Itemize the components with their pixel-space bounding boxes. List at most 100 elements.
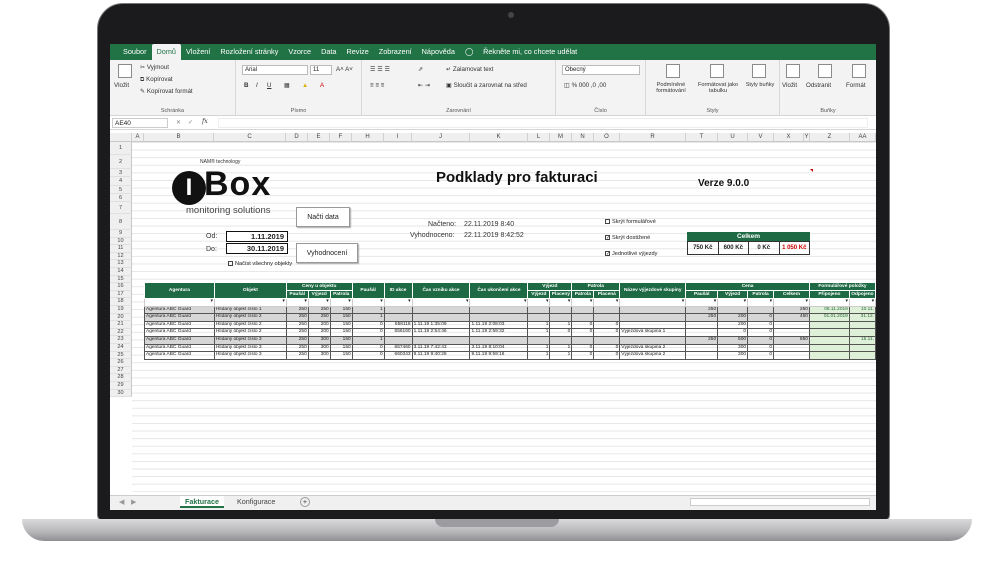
- cell-cp[interactable]: 250: [685, 305, 719, 315]
- tab-scroll-right-icon[interactable]: ▶: [126, 496, 142, 508]
- row-header[interactable]: 3: [110, 169, 132, 177]
- load-all-checkbox[interactable]: Načíst všechny objekty: [228, 261, 292, 267]
- cell-id[interactable]: 657460: [383, 343, 413, 353]
- cell-id[interactable]: [383, 335, 413, 345]
- cell-end[interactable]: [469, 313, 529, 322]
- cell-cp[interactable]: [685, 320, 719, 330]
- cell-v[interactable]: 1: [527, 351, 551, 360]
- row-header[interactable]: 22: [110, 328, 132, 337]
- cell-cpa[interactable]: 0: [747, 343, 775, 353]
- indent-icon[interactable]: ⇤ ⇥: [418, 82, 430, 89]
- cell-cv[interactable]: [717, 305, 749, 315]
- cell-vp[interactable]: 0: [549, 328, 573, 337]
- cell-c2[interactable]: 300: [307, 335, 331, 345]
- cell-v[interactable]: 1: [527, 328, 551, 337]
- load-data-button[interactable]: Načti data: [296, 207, 350, 227]
- row-header[interactable]: 19: [110, 306, 132, 314]
- cell-ct[interactable]: 450: [773, 313, 810, 322]
- hide-form-checkbox[interactable]: Skrýt formulářové: [605, 219, 656, 225]
- filter-dropdown-icon[interactable]: ▾: [351, 298, 385, 307]
- row-header[interactable]: 20: [110, 313, 132, 322]
- cell-p[interactable]: 0: [571, 328, 595, 337]
- row-header[interactable]: 5: [110, 186, 132, 194]
- cell-pausal[interactable]: 0: [351, 320, 385, 330]
- cell-cpa[interactable]: 0: [747, 320, 775, 330]
- cell-pp[interactable]: 0: [593, 343, 621, 353]
- cell-cp[interactable]: [685, 328, 719, 337]
- cell-dis[interactable]: 31.12.: [848, 313, 876, 322]
- cell-end[interactable]: [469, 335, 529, 345]
- cell-object[interactable]: Hlídaný objekt číslo 2: [213, 328, 287, 337]
- filter-dropdown-icon[interactable]: ▾: [571, 298, 595, 307]
- cell-start[interactable]: [411, 335, 471, 345]
- column-header[interactable]: B: [144, 133, 214, 142]
- cell-vp[interactable]: 1: [549, 351, 573, 360]
- tab-view[interactable]: Zobrazení: [374, 44, 417, 60]
- row-header[interactable]: 13: [110, 260, 132, 268]
- cell-p[interactable]: [571, 313, 595, 322]
- filter-dropdown-icon[interactable]: ▾: [329, 298, 353, 307]
- cell-id[interactable]: 658118: [383, 320, 413, 330]
- cell-c3[interactable]: 150: [329, 313, 353, 322]
- cell-cp[interactable]: [685, 351, 719, 360]
- font-color-icon[interactable]: A: [320, 82, 324, 89]
- cell-id[interactable]: [383, 313, 413, 322]
- cell-c2[interactable]: 250: [307, 313, 331, 322]
- row-header[interactable]: 27: [110, 366, 132, 375]
- column-header[interactable]: K: [470, 133, 528, 142]
- cell-ct[interactable]: 850: [773, 335, 810, 345]
- row-header[interactable]: 14: [110, 268, 132, 276]
- cell-c1[interactable]: 250: [285, 313, 309, 322]
- filter-dropdown-icon[interactable]: ▾: [619, 298, 687, 307]
- format-painter-button[interactable]: ✎ Kopírovat formát: [140, 88, 193, 95]
- column-header[interactable]: I: [384, 133, 412, 142]
- cell-p[interactable]: [571, 335, 595, 345]
- cell-cv[interactable]: 300: [717, 351, 749, 360]
- paste-button[interactable]: Vložit: [114, 82, 129, 89]
- cell-dis[interactable]: [848, 320, 876, 330]
- cell-ct[interactable]: [773, 343, 810, 353]
- filter-dropdown-icon[interactable]: ▾: [213, 298, 287, 307]
- filter-dropdown-icon[interactable]: ▾: [383, 298, 413, 307]
- cell-vp[interactable]: [549, 305, 573, 315]
- cell-cpa[interactable]: 0: [747, 351, 775, 360]
- cell-start[interactable]: 1.11.19 1:35:09: [411, 320, 471, 330]
- fx-icon[interactable]: fx: [202, 118, 208, 125]
- cell-group[interactable]: Výjezdová skupina 2: [619, 343, 687, 353]
- cell-v[interactable]: 1: [527, 343, 551, 353]
- cell-object[interactable]: Hlídaný objekt číslo 3: [213, 335, 287, 345]
- font-grow-icon[interactable]: A˄ A˅: [336, 66, 353, 73]
- confirm-icon[interactable]: ✓: [188, 119, 193, 126]
- row-header[interactable]: 16: [110, 283, 132, 291]
- tab-data[interactable]: Data: [316, 44, 341, 60]
- date-from-input[interactable]: 1.11.2019: [226, 231, 288, 242]
- row-header[interactable]: 25: [110, 351, 132, 360]
- table-row[interactable]: Agentura ABC Guard Hlídaný objekt číslo 2…: [144, 328, 876, 337]
- cell-cp[interactable]: 250: [685, 335, 719, 345]
- number-format-select[interactable]: Obecný: [562, 65, 640, 75]
- filter-dropdown-icon[interactable]: ▾: [747, 298, 775, 307]
- cell-con[interactable]: 01.01.2019: [808, 313, 850, 322]
- cell-agency[interactable]: Agentura ABC Guard: [144, 328, 215, 337]
- format-table-button[interactable]: Formátovat jako tabulku: [696, 82, 740, 94]
- row-header[interactable]: 30: [110, 389, 132, 398]
- row-header[interactable]: 6: [110, 194, 132, 202]
- filter-dropdown-icon[interactable]: ▾: [527, 298, 551, 307]
- cell-start[interactable]: [411, 313, 471, 322]
- filter-dropdown-icon[interactable]: ▾: [411, 298, 471, 307]
- borders-icon[interactable]: ▦: [284, 82, 290, 89]
- cell-pausal[interactable]: 0: [351, 343, 385, 353]
- cell-v[interactable]: [527, 313, 551, 322]
- cell-cpa[interactable]: [747, 305, 775, 315]
- cell-p[interactable]: 0: [571, 351, 595, 360]
- cell-c1[interactable]: 250: [285, 305, 309, 315]
- column-header[interactable]: F: [330, 133, 352, 142]
- row-header[interactable]: 9: [110, 230, 132, 238]
- cell-end[interactable]: 1.11.19 2:08:03: [469, 320, 529, 330]
- cell-pp[interactable]: [593, 305, 621, 315]
- cell-group[interactable]: [619, 305, 687, 315]
- table-row[interactable]: Agentura ABC Guard Hlídaný objekt číslo 3…: [144, 335, 876, 345]
- cell-end[interactable]: [469, 305, 529, 315]
- column-header[interactable]: H: [352, 133, 384, 142]
- filter-dropdown-icon[interactable]: ▾: [593, 298, 621, 307]
